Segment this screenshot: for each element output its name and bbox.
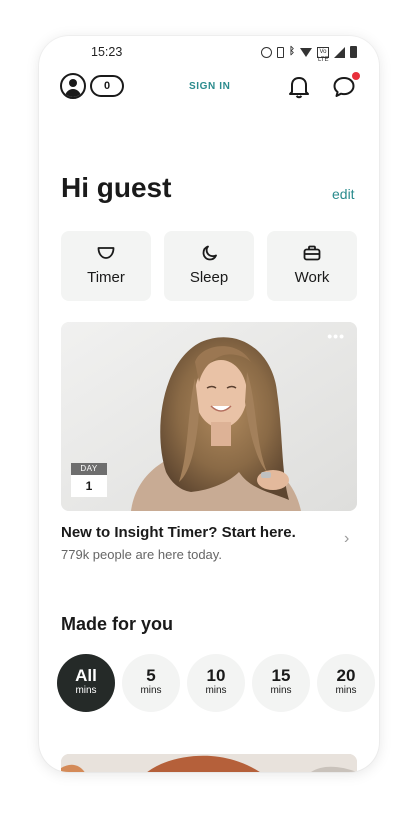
recommendation-image xyxy=(61,754,357,772)
day-number: 1 xyxy=(71,475,107,497)
duration-filter-15[interactable]: 15 mins xyxy=(252,654,310,712)
quick-action-work[interactable]: Work xyxy=(267,231,357,301)
duration-unit: mins xyxy=(205,685,227,696)
recommendation-card[interactable] xyxy=(61,754,357,772)
phone-screen: 15:23 ᛒ Vo LTE 0 SIGN IN Hi guest edit T… xyxy=(39,36,379,772)
signal-icon xyxy=(334,46,345,58)
chevron-right-icon[interactable]: › xyxy=(344,530,349,548)
wifi-icon xyxy=(300,47,312,57)
duration-filter-10[interactable]: 10 mins xyxy=(187,654,245,712)
duration-unit: mins xyxy=(335,685,357,696)
duration-unit: mins xyxy=(140,685,162,696)
more-options-button[interactable]: ••• xyxy=(327,328,345,344)
card-title[interactable]: New to Insight Timer? Start here. xyxy=(61,524,296,541)
moon-icon xyxy=(202,245,217,261)
duration-value: All xyxy=(75,666,97,685)
day-badge: DAY 1 xyxy=(71,463,107,499)
app-header: 0 SIGN IN xyxy=(39,72,379,102)
alarm-icon xyxy=(261,46,272,58)
quick-action-sleep[interactable]: Sleep xyxy=(164,231,254,301)
quick-action-label: Work xyxy=(294,269,330,286)
greeting-title: Hi guest xyxy=(61,172,172,203)
volte-icon: Vo LTE xyxy=(317,46,329,63)
quick-action-label: Sleep xyxy=(189,269,229,286)
duration-value: 5 xyxy=(146,666,156,685)
bowl-icon xyxy=(97,247,115,259)
battery-icon xyxy=(350,46,357,58)
edit-link[interactable]: edit xyxy=(332,186,355,202)
section-title-made-for-you: Made for you xyxy=(61,614,174,634)
duration-filter-20[interactable]: 20 mins xyxy=(317,654,375,712)
status-icons: ᛒ Vo LTE xyxy=(261,45,357,63)
duration-filter-all[interactable]: All mins xyxy=(57,654,115,712)
quick-action-label: Timer xyxy=(87,269,125,286)
duration-value: 20 xyxy=(336,666,356,685)
bell-icon[interactable] xyxy=(288,75,310,99)
notification-dot xyxy=(352,72,360,80)
profile-avatar-icon[interactable] xyxy=(60,73,86,99)
vibrate-icon xyxy=(277,46,284,58)
duration-unit: mins xyxy=(270,685,292,696)
briefcase-icon xyxy=(303,245,321,261)
card-subtitle: 779k people are here today. xyxy=(61,547,222,562)
duration-filter-5[interactable]: 5 mins xyxy=(122,654,180,712)
status-bar: 15:23 ᛒ Vo LTE xyxy=(39,44,379,63)
duration-unit: mins xyxy=(75,685,97,696)
bluetooth-icon: ᛒ xyxy=(289,46,295,57)
quick-action-timer[interactable]: Timer xyxy=(61,231,151,301)
sign-in-link[interactable]: SIGN IN xyxy=(189,81,230,92)
day-label: DAY xyxy=(71,463,107,475)
featured-course-card[interactable]: ••• DAY 1 xyxy=(61,322,357,511)
status-time: 15:23 xyxy=(91,45,123,59)
duration-value: 10 xyxy=(206,666,226,685)
duration-value: 15 xyxy=(271,666,291,685)
follower-count-badge[interactable]: 0 xyxy=(90,75,124,97)
